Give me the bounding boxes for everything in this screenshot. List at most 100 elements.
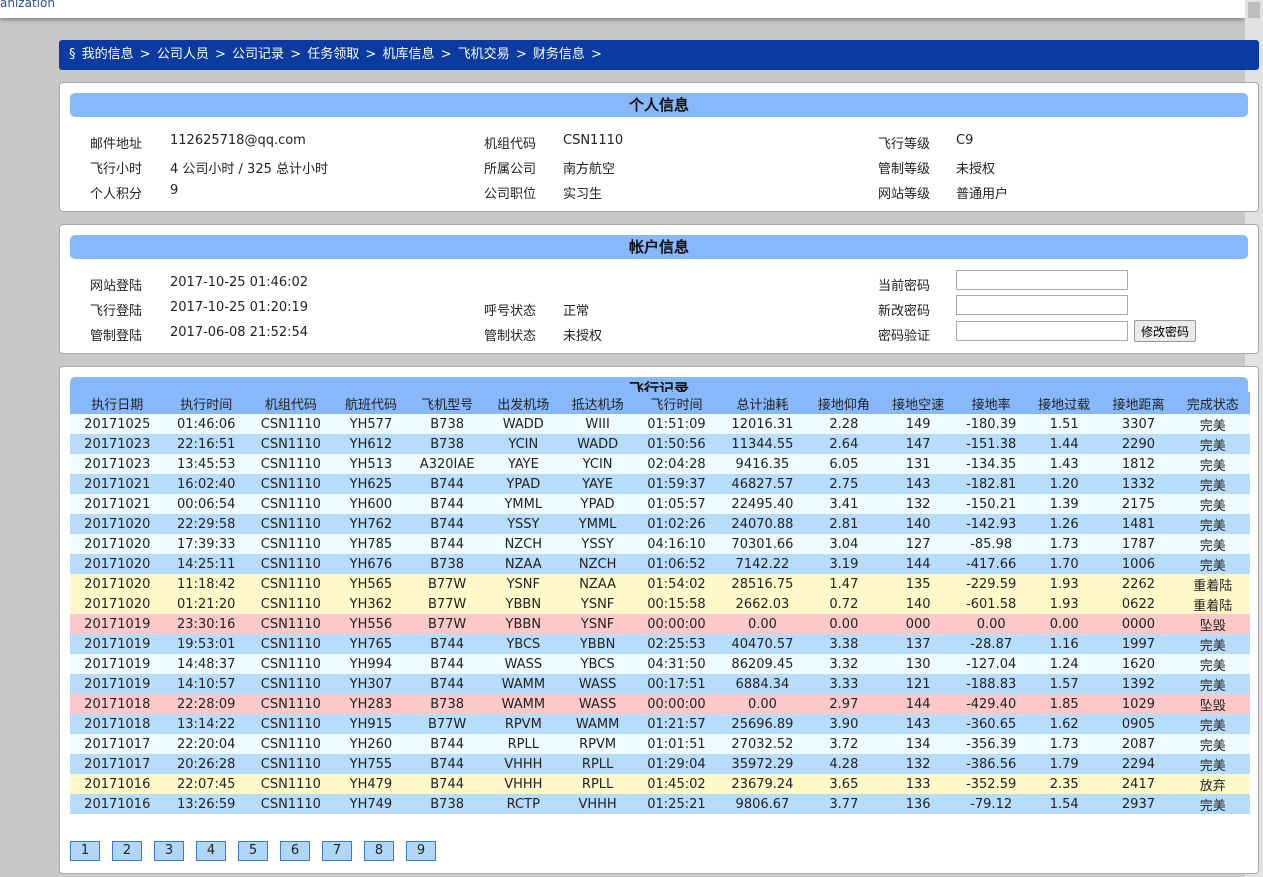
table-cell: 14:48:37	[164, 654, 248, 674]
table-cell: 2.28	[806, 414, 882, 434]
page-button[interactable]: 8	[364, 841, 394, 861]
control-status-label: 管制状态	[484, 329, 537, 344]
table-cell: 1812	[1101, 454, 1176, 474]
breadcrumb-link-my-info[interactable]: 我的信息	[82, 47, 134, 62]
table-cell: 完美	[1175, 654, 1250, 674]
table-cell: 22:07:45	[164, 774, 248, 794]
table-cell: 20:26:28	[164, 754, 248, 774]
table-cell: B744	[408, 654, 487, 674]
page-button[interactable]: 6	[280, 841, 310, 861]
table-cell: YH479	[333, 774, 409, 794]
table-cell: CSN1110	[247, 414, 334, 434]
table-cell: 0.00	[806, 614, 882, 634]
table-cell: 2262	[1101, 574, 1176, 594]
table-cell: 86209.45	[718, 654, 807, 674]
flight-rank-value: C9	[956, 133, 974, 148]
breadcrumb-link-finance[interactable]: 财务信息	[533, 47, 585, 62]
table-cell: 1.57	[1027, 674, 1102, 694]
change-password-button[interactable]: 修改密码	[1134, 320, 1197, 342]
new-password-input[interactable]	[956, 295, 1128, 315]
table-cell: 1.20	[1027, 474, 1102, 494]
breadcrumb-link-company-records[interactable]: 公司记录	[232, 47, 284, 62]
table-cell: YH785	[333, 534, 409, 554]
table-cell: YPAD	[560, 494, 635, 514]
breadcrumb-link-hangar[interactable]: 机库信息	[382, 47, 434, 62]
page-button[interactable]: 7	[322, 841, 352, 861]
table-cell: 132	[881, 494, 956, 514]
table-cell: 完美	[1175, 534, 1250, 554]
table-cell: 01:21:20	[164, 594, 248, 614]
table-cell: -151.38	[955, 434, 1028, 454]
table-cell: YPAD	[486, 474, 561, 494]
table-cell: 20171020	[70, 514, 165, 534]
page-button[interactable]: 3	[154, 841, 184, 861]
table-cell: VHHH	[486, 754, 561, 774]
table-row: 20171016 13:26:59 CSN1110 YH749 B738 RCTP VHHH…	[70, 794, 1250, 814]
table-cell: YH994	[333, 654, 409, 674]
table-cell: 9806.67	[718, 794, 807, 814]
table-cell: YH762	[333, 514, 409, 534]
current-password-input[interactable]	[956, 270, 1128, 290]
table-cell: 20171017	[70, 734, 165, 754]
table-cell: -429.40	[955, 694, 1028, 714]
table-cell: 143	[881, 474, 956, 494]
page-button[interactable]: 5	[238, 841, 268, 861]
table-cell: B744	[408, 634, 487, 654]
verify-password-input[interactable]	[956, 321, 1128, 341]
table-cell: 1.93	[1027, 594, 1102, 614]
table-row: 20171020 17:39:33 CSN1110 YH785 B744 NZCH YSSY…	[70, 534, 1250, 554]
page-button[interactable]: 2	[112, 841, 142, 861]
table-cell: 01:51:09	[634, 414, 719, 434]
flight-records-panel: 飞行记录 执行日期 执行时间 机组代码 航班代码 飞机型号 出发机场 抵达机场 飞行时间 总计油…	[59, 366, 1259, 874]
table-cell: 2294	[1101, 754, 1176, 774]
table-cell: 22:16:51	[164, 434, 248, 454]
table-cell: -188.83	[955, 674, 1028, 694]
breadcrumb-link-tasks[interactable]: 任务领取	[307, 47, 359, 62]
table-cell: B744	[408, 674, 487, 694]
table-cell: YCIN	[560, 454, 635, 474]
table-cell: 40470.57	[718, 634, 807, 654]
breadcrumb-link-company-staff[interactable]: 公司人员	[157, 47, 209, 62]
callsign-status-label: 呼号状态	[484, 304, 537, 319]
table-cell: 完美	[1175, 514, 1250, 534]
table-cell: 131	[881, 454, 956, 474]
table-cell: 1392	[1101, 674, 1176, 694]
table-row: 20171018 22:28:09 CSN1110 YH283 B738 WAMM WASS…	[70, 694, 1250, 714]
table-cell: CSN1110	[247, 474, 334, 494]
table-cell: CSN1110	[247, 494, 334, 514]
table-cell: WASS	[560, 674, 635, 694]
table-cell: 143	[881, 714, 956, 734]
page-button[interactable]: 4	[196, 841, 226, 861]
table-cell: YH362	[333, 594, 409, 614]
page-button[interactable]: 1	[70, 841, 100, 861]
site-rank-label: 网站等级	[878, 187, 931, 202]
table-cell: 70301.66	[718, 534, 807, 554]
table-cell: -601.58	[955, 594, 1028, 614]
page-button[interactable]: 9	[406, 841, 436, 861]
table-cell: YAYE	[486, 454, 561, 474]
breadcrumb-link-aircraft-trade[interactable]: 飞机交易	[458, 47, 510, 62]
table-cell: 20171020	[70, 554, 165, 574]
table-row: 20171017 20:26:28 CSN1110 YH755 B744 VHHH RPLL…	[70, 754, 1250, 774]
new-password-label: 新改密码	[878, 304, 931, 319]
table-cell: 1.26	[1027, 514, 1102, 534]
table-cell: 完美	[1175, 734, 1250, 754]
table-cell: 3.65	[806, 774, 882, 794]
table-cell: 1.73	[1027, 734, 1102, 754]
position-value: 实习生	[563, 187, 603, 202]
table-cell: 3.38	[806, 634, 882, 654]
scrollbar-thumb[interactable]	[1248, 2, 1260, 18]
table-cell: NZCH	[560, 554, 635, 574]
table-cell: B738	[408, 434, 487, 454]
table-cell: 130	[881, 654, 956, 674]
table-cell: CSN1110	[247, 554, 334, 574]
table-cell: 坠毁	[1175, 614, 1250, 634]
table-cell: 2662.03	[718, 594, 807, 614]
site-rank-value: 普通用户	[956, 187, 1009, 202]
table-cell: 1.85	[1027, 694, 1102, 714]
table-cell: 2175	[1101, 494, 1176, 514]
column-header: 总计油耗	[718, 392, 807, 414]
table-cell: 20171016	[70, 794, 165, 814]
flight-login-value: 2017-10-25 01:20:19	[170, 300, 309, 315]
table-cell: 0.00	[718, 694, 807, 714]
